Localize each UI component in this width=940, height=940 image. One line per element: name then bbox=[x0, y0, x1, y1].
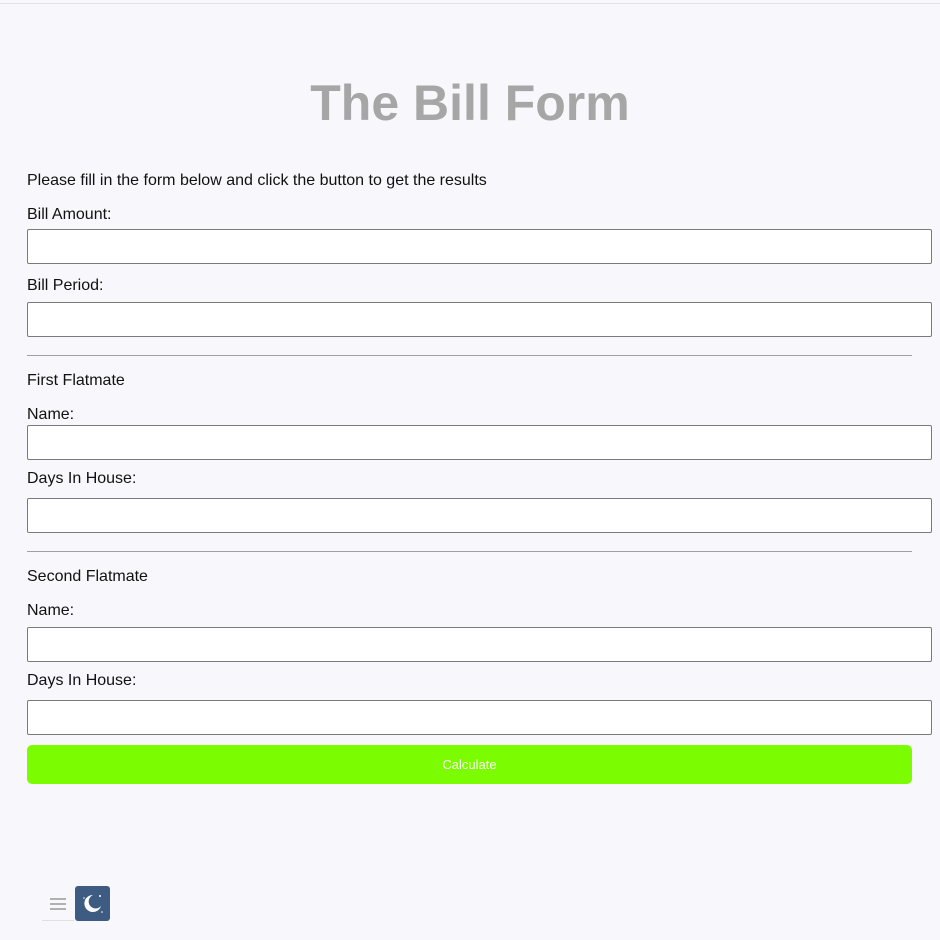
bill-form: Please fill in the form below and click … bbox=[27, 171, 932, 784]
bottom-toolbar bbox=[42, 884, 112, 922]
calculate-button[interactable]: Calculate bbox=[27, 745, 912, 784]
bill-period-input[interactable] bbox=[27, 302, 932, 337]
flatmate1-name-label: Name: bbox=[27, 406, 75, 423]
theme-toggle-button[interactable] bbox=[75, 886, 110, 921]
bill-period-label: Bill Period: bbox=[27, 277, 104, 294]
flatmate2-name-label: Name: bbox=[27, 602, 75, 619]
hamburger-menu-icon[interactable] bbox=[42, 888, 74, 921]
flatmate2-days-input[interactable] bbox=[27, 700, 932, 735]
form-instructions: Please fill in the form below and click … bbox=[27, 172, 487, 189]
flatmate2-days-label: Days In House: bbox=[27, 672, 137, 689]
top-border bbox=[0, 3, 940, 4]
bill-amount-label: Bill Amount: bbox=[27, 206, 112, 223]
section-divider bbox=[27, 551, 912, 552]
first-flatmate-heading: First Flatmate bbox=[27, 372, 125, 389]
bill-amount-input[interactable] bbox=[27, 229, 932, 264]
section-divider bbox=[27, 355, 912, 356]
flatmate1-days-input[interactable] bbox=[27, 498, 932, 533]
second-flatmate-heading: Second Flatmate bbox=[27, 568, 148, 585]
page-title: The Bill Form bbox=[310, 75, 630, 131]
flatmate2-name-input[interactable] bbox=[27, 627, 932, 662]
moon-icon bbox=[83, 894, 103, 913]
flatmate1-days-label: Days In House: bbox=[27, 470, 137, 487]
flatmate1-name-input[interactable] bbox=[27, 425, 932, 460]
